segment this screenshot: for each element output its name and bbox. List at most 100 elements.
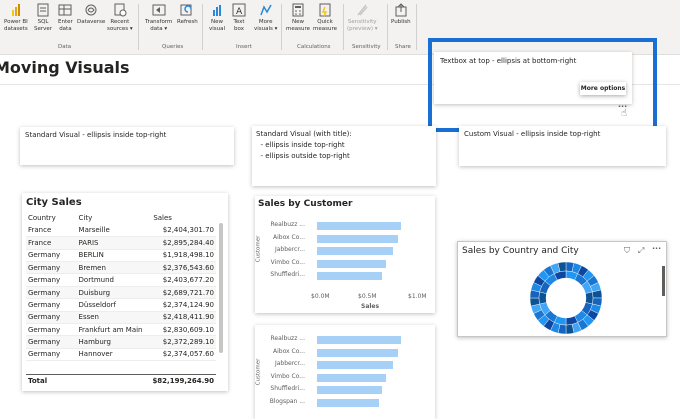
cell-sales: $2,404,301.70: [151, 224, 216, 238]
group-label-data: Data: [58, 44, 72, 50]
table-row[interactable]: Germany Duisburg $2,689,721.70: [26, 286, 216, 300]
ribbon-separator: [138, 4, 139, 50]
quick-measure-button[interactable]: Quick measure: [313, 3, 337, 32]
standard-visual-title-card[interactable]: Standard Visual (with title): - ellipsis…: [252, 126, 436, 186]
custom-visual-card[interactable]: Custom Visual - ellipsis inside top-righ…: [459, 126, 666, 166]
city-sales-table[interactable]: City Sales Country City Sales France Mars…: [22, 193, 228, 391]
table-row[interactable]: France Marseille $2,404,301.70: [26, 224, 216, 238]
column-header-country[interactable]: Country: [26, 212, 77, 224]
chart-title: Sales by Country and City: [462, 246, 579, 256]
table-row[interactable]: Germany Frankfurt am Main $2,830,609.10: [26, 323, 216, 337]
standard-visual-card[interactable]: Standard Visual - ellipsis inside top-ri…: [20, 127, 234, 165]
new-measure-button[interactable]: New measure: [286, 3, 310, 32]
sql-server-button[interactable]: SQL Server: [34, 3, 52, 32]
bar[interactable]: [317, 373, 387, 382]
table-row[interactable]: Germany Dortmund $2,403,677.20: [26, 273, 216, 287]
bar[interactable]: [317, 336, 401, 344]
more-visuals-button[interactable]: More visuals ▾: [254, 3, 277, 32]
cell-city: Düsseldorf: [76, 298, 152, 312]
y-tick-label: Vimbo Co...: [270, 372, 305, 380]
x-axis-label: Sales: [361, 303, 380, 310]
bar[interactable]: [317, 259, 387, 268]
text-box-button[interactable]: A Text box: [232, 3, 246, 32]
custom-visual-text: Custom Visual - ellipsis inside top-righ…: [464, 130, 601, 138]
standard-visual-title-line2: - ellipsis inside top-right: [256, 141, 345, 149]
table-row[interactable]: Germany Hannover $2,374,057.60: [26, 348, 216, 362]
filter-icon[interactable]: ⛉: [624, 246, 630, 256]
group-label-calculations: Calculations: [297, 44, 331, 50]
table-scrollbar[interactable]: [219, 223, 223, 353]
highlight-box: [428, 38, 657, 132]
table-row[interactable]: Germany Bremen $2,376,543.60: [26, 261, 216, 275]
bar[interactable]: [317, 361, 394, 369]
ribbon-separator: [343, 4, 344, 50]
y-tick-label: Jabbercr...: [274, 360, 305, 367]
transform-data-button[interactable]: Transform data ▾: [145, 3, 172, 32]
cell-sales: $2,374,057.60: [151, 348, 216, 362]
bar[interactable]: [317, 398, 379, 407]
new-visual-button[interactable]: New visual: [209, 3, 225, 32]
cell-city: PARIS: [76, 236, 152, 250]
x-tick-label: $1.0M: [408, 293, 427, 300]
publish-icon: [394, 3, 408, 17]
publish-button[interactable]: Publish: [391, 3, 411, 26]
enter-data-button[interactable]: Enter data: [58, 3, 73, 32]
bar[interactable]: [317, 222, 401, 230]
ribbon-separator: [202, 4, 203, 50]
refresh-button[interactable]: Refresh: [177, 3, 198, 26]
sales-by-country-city-chart[interactable]: Sales by Country and City ⛉ ⤢ ···: [457, 241, 667, 337]
column-header-city[interactable]: City: [77, 212, 152, 224]
ellipsis-icon[interactable]: ···: [652, 244, 661, 253]
sales-by-customer-chart[interactable]: Sales by Customer Customer Realbuzz ... A…: [255, 196, 435, 313]
group-label-insert: Insert: [236, 44, 252, 50]
cell-country: Germany: [26, 298, 77, 312]
quick-measure-icon: [318, 3, 332, 17]
cell-city: Hannover: [76, 348, 152, 362]
recent-sources-button[interactable]: Recent sources ▾: [107, 3, 133, 32]
cell-country: Germany: [26, 323, 77, 337]
column-header-sales[interactable]: Sales: [151, 212, 216, 224]
cell-city: Bremen: [76, 261, 152, 275]
page-title: Moving Visuals: [0, 58, 130, 77]
bar[interactable]: [317, 348, 398, 357]
cell-sales: $2,403,677.20: [151, 273, 216, 287]
chart-title: Sales by Customer: [258, 199, 353, 209]
dataverse-button[interactable]: Dataverse: [77, 3, 105, 26]
focus-mode-icon[interactable]: ⤢: [638, 246, 644, 256]
table-icon: [58, 3, 72, 17]
bar[interactable]: [317, 272, 382, 280]
ribbon-separator: [387, 4, 388, 50]
total-row: Total $82,199,264.90: [26, 374, 216, 387]
y-tick-label: Blogspan ...: [269, 397, 305, 405]
cell-country: Germany: [26, 273, 77, 287]
cell-country: Germany: [26, 286, 77, 300]
table-row[interactable]: Germany BERLIN $1,918,498.10: [26, 249, 216, 263]
cell-city: BERLIN: [76, 249, 152, 263]
table-row[interactable]: Germany Düsseldorf $2,374,124.90: [26, 298, 216, 312]
y-tick-label: Shuffledri...: [270, 385, 305, 392]
sensitivity-button[interactable]: Sensitivity (preview) ▾: [347, 3, 377, 32]
table-row[interactable]: France PARIS $2,895,284.40: [26, 236, 216, 250]
bar[interactable]: [317, 247, 394, 255]
sales-by-customer-chart-2[interactable]: Customer Realbuzz ... Aibox Co... Jabbercr…: [255, 325, 435, 419]
cell-country: France: [26, 224, 77, 238]
bar[interactable]: [317, 234, 398, 243]
svg-text:A: A: [236, 7, 243, 17]
group-label-share: Share: [395, 44, 411, 50]
table-row[interactable]: Germany Essen $2,418,411.90: [26, 311, 216, 325]
cell-city: Essen: [76, 311, 152, 325]
cell-country: Germany: [26, 311, 77, 325]
cell-sales: $2,830,609.10: [151, 323, 216, 337]
bar[interactable]: [317, 386, 382, 394]
cell-city: Hamburg: [76, 335, 152, 349]
cell-sales: $2,418,411.90: [151, 311, 216, 325]
cell-country: Germany: [26, 348, 77, 362]
resize-handle[interactable]: [662, 266, 665, 296]
donut-slice[interactable]: [538, 291, 547, 305]
new-visual-icon: [210, 3, 224, 17]
power-bi-datasets-button[interactable]: Power BI datasets: [4, 3, 28, 32]
table-row[interactable]: Germany Hamburg $2,372,289.10: [26, 335, 216, 349]
cell-sales: $2,374,124.90: [151, 298, 216, 312]
y-tick-label: Jabbercr...: [274, 246, 305, 253]
donut-slice[interactable]: [585, 291, 594, 305]
